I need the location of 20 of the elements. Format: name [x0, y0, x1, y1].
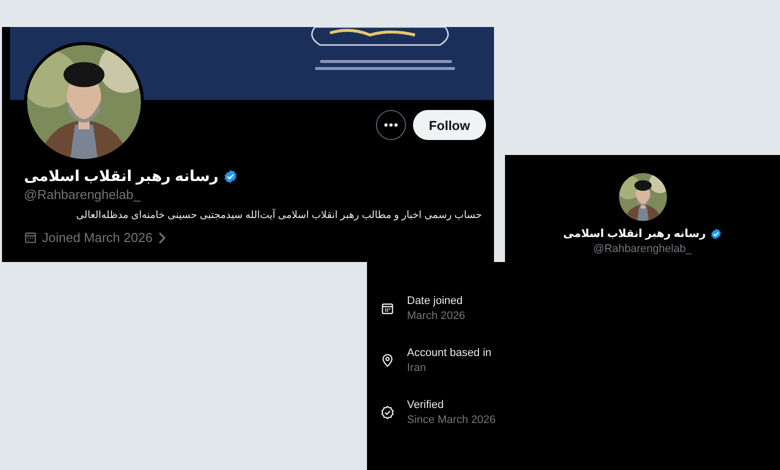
detail-label: Date joined [407, 295, 464, 307]
joined-date: Joined March 2026 [42, 230, 153, 245]
detail-label: Verified [407, 399, 445, 411]
detail-value: Iran [407, 362, 427, 374]
detail-value: Since March 2026 [407, 414, 496, 426]
bio-text: حساب رسمی اخبار و مطالب رهبر انقلاب اسلامی آیت‌الله سیدمجتبی حسینی خامنه‌ای مدظله‌العالی [75, 210, 482, 221]
display-name: رسانه رهبر انقلاب اسلامی [24, 167, 219, 185]
calendar-icon [24, 231, 37, 244]
user-handle: @Rahbarenghelab_ [593, 243, 692, 255]
more-button[interactable] [376, 110, 406, 140]
user-handle: @Rahbarenghelab_ [24, 187, 142, 202]
more-icon [384, 123, 398, 127]
follow-button[interactable]: Follow [412, 110, 486, 140]
detail-value: March 2026 [407, 310, 466, 322]
detail-label: Account based in [407, 347, 492, 359]
location-pin-icon [380, 353, 395, 368]
display-name: رسانه رهبر انقلاب اسلامی [563, 227, 706, 240]
calendar-icon [380, 301, 395, 316]
verified-check-icon [380, 405, 395, 420]
chevron-right-icon [158, 232, 166, 244]
